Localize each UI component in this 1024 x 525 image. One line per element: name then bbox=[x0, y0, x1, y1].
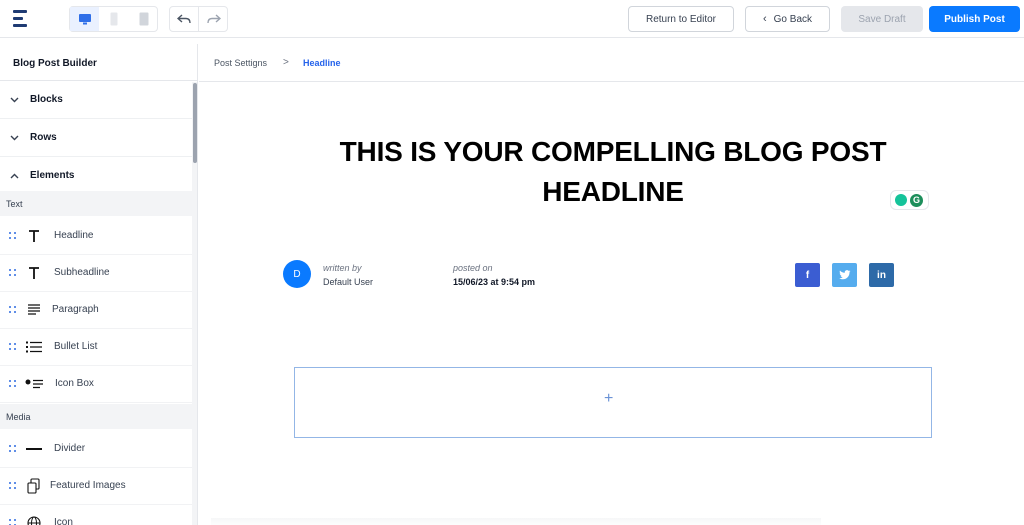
element-bullet-list[interactable]: Bullet List bbox=[0, 329, 192, 366]
element-label: Icon bbox=[54, 517, 73, 525]
breadcrumb: Post Settigns > Headline bbox=[199, 44, 1024, 82]
plus-icon[interactable]: + bbox=[604, 390, 613, 408]
drag-handle-icon[interactable] bbox=[9, 343, 16, 351]
headline-line-1: THIS IS YOUR COMPELLING BLOG POST bbox=[339, 136, 887, 167]
posted-on-label: posted on bbox=[453, 263, 493, 273]
element-label: Featured Images bbox=[50, 480, 126, 491]
drag-handle-icon[interactable] bbox=[9, 306, 16, 314]
element-icon-box[interactable]: Icon Box bbox=[0, 366, 192, 403]
grammarly-icon[interactable]: G bbox=[910, 194, 923, 207]
accordion-elements[interactable]: Elements bbox=[0, 157, 192, 195]
avatar: D bbox=[283, 260, 311, 288]
element-label: Paragraph bbox=[52, 304, 99, 315]
linkedin-glyph: in bbox=[877, 269, 886, 281]
element-label: Divider bbox=[54, 443, 86, 454]
post-headline[interactable]: THIS IS YOUR COMPELLING BLOG POST HEADLI… bbox=[311, 132, 915, 212]
grammarly-widget[interactable]: G bbox=[890, 190, 929, 210]
icon-box-icon bbox=[25, 375, 43, 393]
featured-images-icon bbox=[25, 477, 43, 495]
section-heading-text: Text bbox=[0, 191, 192, 216]
drag-handle-icon[interactable] bbox=[9, 380, 16, 388]
builder-sidebar: Blog Post Builder Blocks Rows Elements T… bbox=[0, 44, 198, 525]
drag-handle-icon[interactable] bbox=[9, 519, 16, 525]
breadcrumb-post-settings[interactable]: Post Settigns bbox=[214, 58, 267, 68]
history-controls bbox=[169, 6, 228, 32]
mobile-icon[interactable] bbox=[129, 7, 158, 31]
chevron-up-icon bbox=[10, 173, 20, 179]
paragraph-icon bbox=[25, 301, 43, 319]
text-t-icon bbox=[25, 264, 43, 282]
accordion-rows[interactable]: Rows bbox=[0, 119, 192, 157]
element-label: Bullet List bbox=[54, 341, 98, 352]
element-icon[interactable]: Icon bbox=[0, 505, 192, 525]
breadcrumb-headline[interactable]: Headline bbox=[303, 58, 341, 68]
bullet-list-icon bbox=[25, 338, 43, 356]
element-label: Subheadline bbox=[54, 267, 110, 278]
facebook-icon[interactable]: f bbox=[795, 263, 820, 287]
breadcrumb-separator: > bbox=[283, 57, 289, 68]
element-headline[interactable]: Headline bbox=[0, 218, 192, 255]
drag-handle-icon[interactable] bbox=[9, 232, 16, 240]
twitter-icon[interactable] bbox=[832, 263, 857, 287]
element-divider[interactable]: Divider bbox=[0, 431, 192, 468]
top-toolbar: Return to Editor ‹ Go Back Save Draft Pub… bbox=[0, 0, 1024, 38]
chevron-down-icon bbox=[10, 97, 20, 103]
logo-icon[interactable] bbox=[11, 9, 31, 29]
post-canvas: Post Settigns > Headline THIS IS YOUR CO… bbox=[199, 44, 1024, 525]
icon-icon bbox=[25, 514, 43, 525]
accordion-label: Blocks bbox=[30, 94, 63, 105]
publish-label: Publish Post bbox=[944, 13, 1005, 25]
chevron-down-icon bbox=[10, 135, 20, 141]
drag-handle-icon[interactable] bbox=[9, 445, 16, 453]
save-draft-button[interactable]: Save Draft bbox=[841, 6, 923, 32]
element-label: Icon Box bbox=[55, 378, 94, 389]
add-content-dropzone[interactable]: + bbox=[294, 367, 932, 438]
undo-icon[interactable] bbox=[170, 7, 199, 31]
lightbulb-icon[interactable] bbox=[895, 194, 907, 206]
desktop-icon[interactable] bbox=[70, 7, 99, 31]
sidebar-title: Blog Post Builder bbox=[13, 58, 97, 69]
device-switcher bbox=[69, 6, 158, 32]
go-back-label: Go Back bbox=[773, 13, 813, 25]
scrollbar-thumb[interactable] bbox=[193, 83, 197, 163]
sidebar-scrollbar[interactable] bbox=[192, 82, 197, 525]
element-subheadline[interactable]: Subheadline bbox=[0, 255, 192, 292]
return-label: Return to Editor bbox=[645, 13, 717, 25]
section-heading-media: Media bbox=[0, 404, 192, 429]
element-paragraph[interactable]: Paragraph bbox=[0, 292, 192, 329]
drag-handle-icon[interactable] bbox=[9, 482, 16, 490]
headline-line-2: HEADLINE bbox=[542, 176, 684, 207]
go-back-button[interactable]: ‹ Go Back bbox=[745, 6, 830, 32]
chevron-left-icon: ‹ bbox=[762, 13, 767, 25]
accordion-label: Rows bbox=[30, 132, 57, 143]
tablet-icon[interactable] bbox=[99, 7, 128, 31]
divider-icon bbox=[25, 440, 43, 458]
element-label: Headline bbox=[54, 230, 94, 241]
drag-handle-icon[interactable] bbox=[9, 269, 16, 277]
author-name: Default User bbox=[323, 277, 374, 287]
element-featured-images[interactable]: Featured Images bbox=[0, 468, 192, 505]
posted-date: 15/06/23 at 9:54 pm bbox=[453, 277, 536, 287]
accordion-blocks[interactable]: Blocks bbox=[0, 81, 192, 119]
written-by-label: written by bbox=[323, 263, 362, 273]
publish-post-button[interactable]: Publish Post bbox=[929, 6, 1020, 32]
linkedin-icon[interactable]: in bbox=[869, 263, 894, 287]
redo-icon[interactable] bbox=[199, 7, 228, 31]
return-to-editor-button[interactable]: Return to Editor bbox=[628, 6, 734, 32]
accordion-label: Elements bbox=[30, 170, 75, 181]
section-shadow bbox=[211, 518, 821, 525]
facebook-glyph: f bbox=[805, 269, 810, 281]
text-t-icon bbox=[25, 227, 43, 245]
save-draft-label: Save Draft bbox=[858, 13, 906, 25]
